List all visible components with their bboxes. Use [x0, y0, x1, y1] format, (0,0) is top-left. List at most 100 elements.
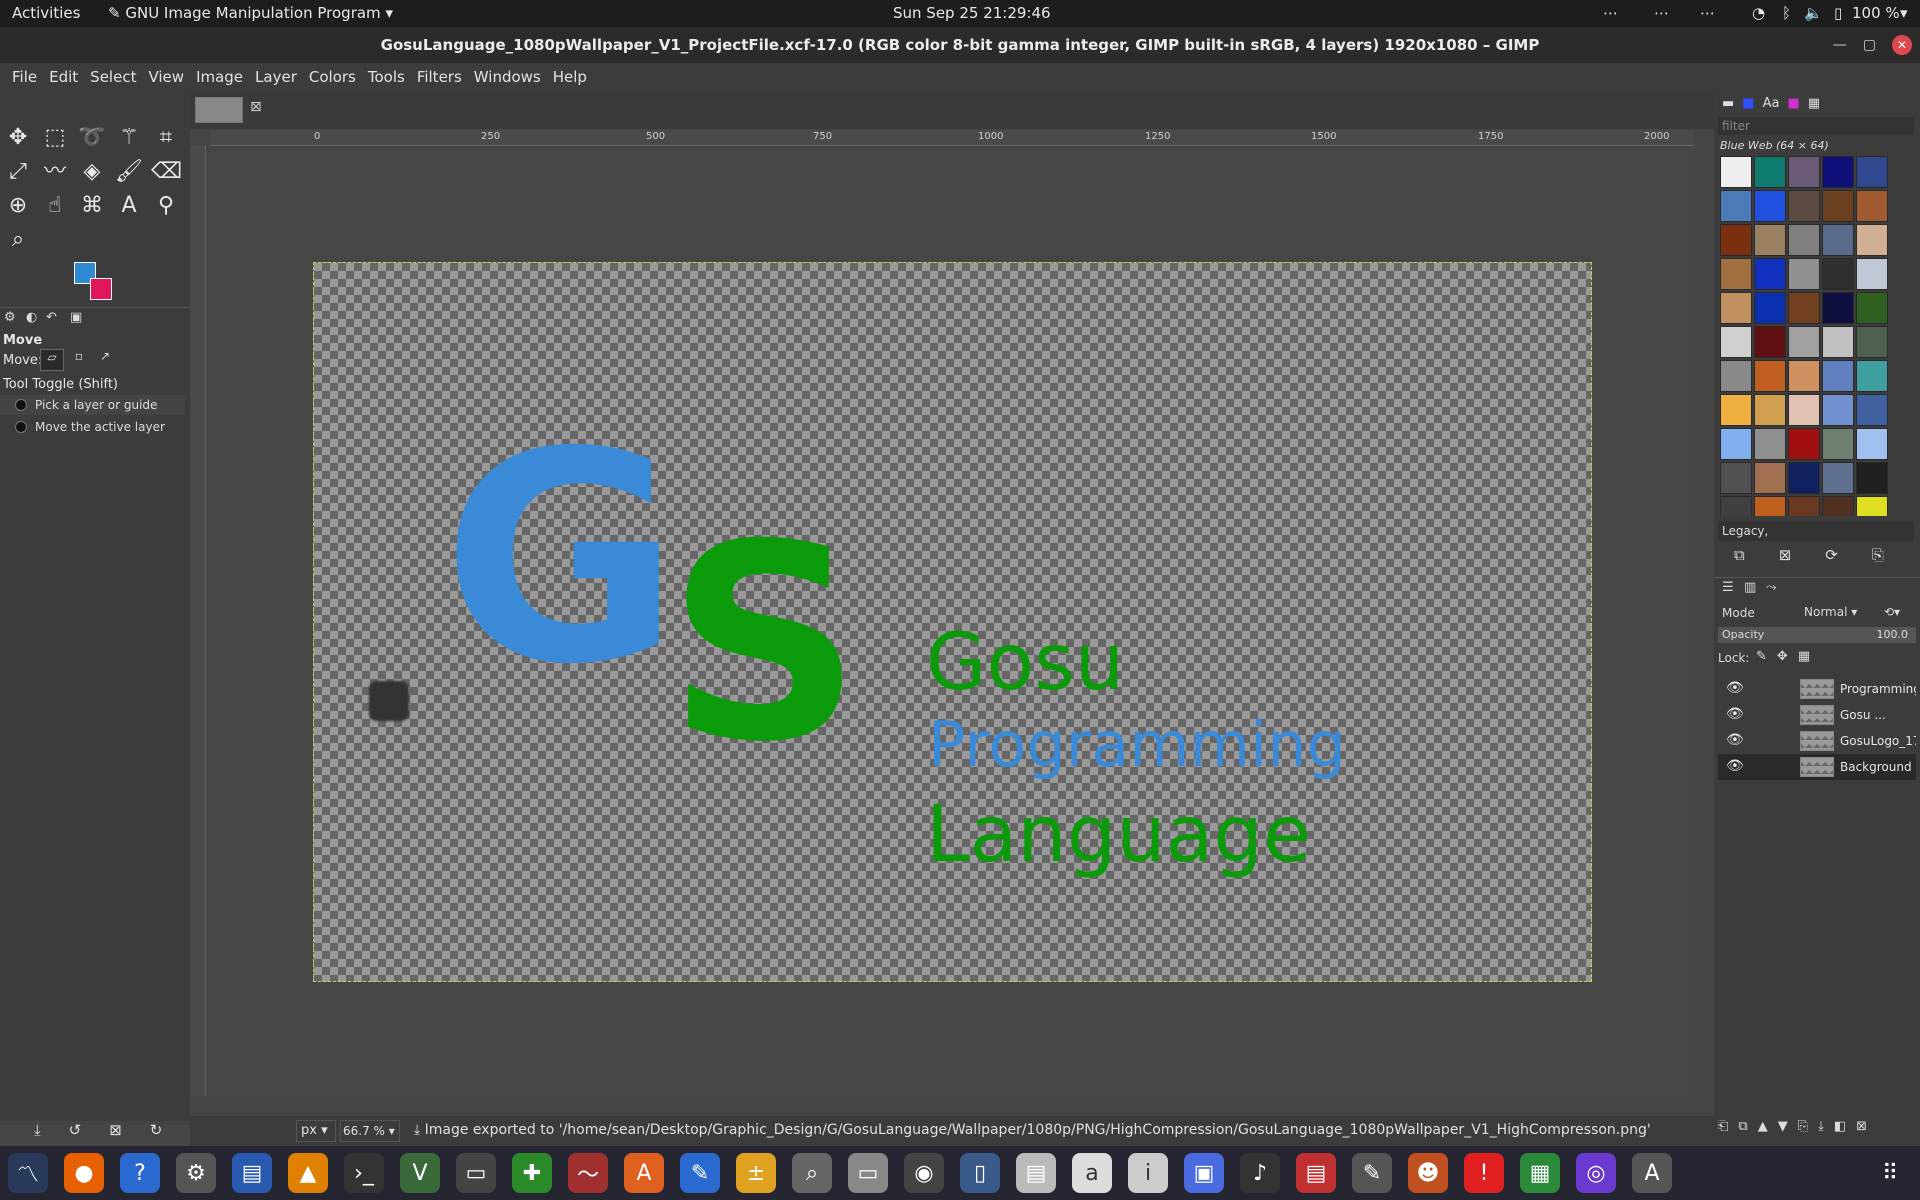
battery-percent[interactable]: 100 % — [1852, 4, 1900, 22]
layer-row[interactable]: 👁 Programming — [1718, 676, 1916, 702]
background-color-swatch[interactable] — [90, 278, 112, 300]
pattern-swatch[interactable] — [1856, 326, 1888, 358]
menu-tools[interactable]: Tools — [362, 68, 411, 86]
image-viewer-icon[interactable]: ⌕ — [792, 1153, 832, 1193]
pattern-swatch[interactable] — [1856, 258, 1888, 290]
overflow-icon-3[interactable]: ⋯ — [1700, 4, 1715, 22]
terminal-icon[interactable]: ›_ — [344, 1153, 384, 1193]
move-selection-mode-icon[interactable]: ▫ — [68, 349, 90, 371]
delete-icon[interactable]: ⊠ — [109, 1121, 122, 1139]
pattern-swatch[interactable] — [1856, 190, 1888, 222]
pattern-swatch[interactable] — [1754, 462, 1786, 494]
lower-layer-icon[interactable]: ▼ — [1778, 1119, 1788, 1134]
reset-icon[interactable]: ↻ — [150, 1121, 163, 1139]
pdf-icon[interactable]: ▤ — [1296, 1153, 1336, 1193]
refresh-icon[interactable]: ⟳ — [1825, 546, 1838, 564]
merge-layer-icon[interactable]: ⤓ — [1818, 1119, 1824, 1134]
pattern-swatch[interactable] — [1754, 394, 1786, 426]
move-path-mode-icon[interactable]: ↗ — [94, 349, 116, 371]
pattern-swatch[interactable] — [1720, 258, 1752, 290]
book-icon[interactable]: ▯ — [960, 1153, 1000, 1193]
monitor-graph-icon[interactable]: 〜 — [568, 1153, 608, 1193]
mode-select[interactable]: Normal ▾ — [1800, 603, 1880, 623]
pattern-swatch[interactable] — [1754, 258, 1786, 290]
rect-select-icon[interactable]: ⬚ — [40, 123, 70, 153]
pattern-swatch[interactable] — [1856, 394, 1888, 426]
music-icon[interactable]: ♪ — [1240, 1153, 1280, 1193]
pattern-swatch[interactable] — [1822, 428, 1854, 460]
pattern-swatch[interactable] — [1720, 190, 1752, 222]
files-icon[interactable]: ▭ — [848, 1153, 888, 1193]
mode-reset-icon[interactable]: ⟲▾ — [1884, 605, 1900, 619]
pattern-swatch[interactable] — [1822, 462, 1854, 494]
pattern-swatch[interactable] — [1822, 496, 1854, 516]
menu-windows[interactable]: Windows — [468, 68, 547, 86]
paths-tab-icon[interactable]: ⤳ — [1766, 580, 1776, 595]
visibility-eye-icon[interactable]: 👁 — [1726, 732, 1746, 748]
channels-tab-icon[interactable]: ▥ — [1744, 580, 1756, 595]
lock-pixels-icon[interactable]: ✎ — [1756, 649, 1767, 664]
fuzzy-select-icon[interactable]: ⚚ — [114, 123, 144, 153]
pattern-swatch[interactable] — [1754, 292, 1786, 324]
pattern-swatch[interactable] — [1822, 326, 1854, 358]
pattern-filter-input[interactable]: filter — [1718, 117, 1914, 135]
pattern-swatch[interactable] — [1856, 360, 1888, 392]
layer-row[interactable]: 👁 Gosu ... — [1718, 702, 1916, 728]
lock-position-icon[interactable]: ✥ — [1777, 649, 1788, 664]
crop-icon[interactable]: ⌗ — [151, 123, 181, 153]
mask-icon[interactable]: ◧ — [1834, 1119, 1846, 1134]
pattern-swatch[interactable] — [1788, 258, 1820, 290]
move-layer-mode-icon[interactable]: ▱ — [40, 349, 64, 371]
pattern-swatch[interactable] — [1720, 156, 1752, 188]
restore-icon[interactable]: ↺ — [69, 1121, 82, 1139]
menu-image[interactable]: Image — [190, 68, 249, 86]
overflow-icon-2[interactable]: ⋯ — [1654, 4, 1669, 22]
settings-icon[interactable]: ⚙ — [176, 1153, 216, 1193]
info-icon[interactable]: i — [1128, 1153, 1168, 1193]
pattern-swatch[interactable] — [1720, 326, 1752, 358]
new-group-icon[interactable]: ⧉ — [1738, 1119, 1747, 1134]
image-tab-thumbnail[interactable] — [195, 97, 243, 123]
font-viewer-icon[interactable]: a — [1072, 1153, 1112, 1193]
pattern-swatch[interactable] — [1856, 156, 1888, 188]
raise-layer-icon[interactable]: ▲ — [1758, 1119, 1768, 1134]
pattern-tag-select[interactable]: Legacy, — [1718, 521, 1914, 541]
menu-file[interactable]: File — [6, 68, 43, 86]
pattern-swatch[interactable] — [1754, 360, 1786, 392]
pattern-swatch[interactable] — [1856, 496, 1888, 516]
device-status-tab-icon[interactable]: ◐ — [26, 310, 37, 325]
volume-icon[interactable]: 🔈 — [1804, 4, 1823, 22]
pattern-swatch[interactable] — [1754, 326, 1786, 358]
pattern-swatch[interactable] — [1822, 258, 1854, 290]
writer-icon[interactable]: ▤ — [232, 1153, 272, 1193]
visibility-eye-icon[interactable]: 👁 — [1726, 758, 1746, 774]
delete-layer-icon[interactable]: ⊠ — [1856, 1119, 1867, 1134]
document-icon[interactable]: ▤ — [1016, 1153, 1056, 1193]
pattern-swatch[interactable] — [1856, 462, 1888, 494]
undo-history-tab-icon[interactable]: ↶ — [46, 310, 57, 325]
pattern-swatch[interactable] — [1788, 156, 1820, 188]
firefox-icon[interactable]: ● — [64, 1153, 104, 1193]
image-canvas[interactable]: G S Gosu Programming Language — [313, 262, 1592, 982]
pattern-swatch[interactable] — [1788, 224, 1820, 256]
pattern-swatch[interactable] — [1720, 360, 1752, 392]
eraser-icon[interactable]: ⌫ — [151, 157, 182, 187]
tool-options-tab-icon[interactable]: ⚙ — [4, 310, 16, 325]
app-menu[interactable]: ✎ GNU Image Manipulation Program ▾ — [108, 4, 393, 22]
display-icon[interactable]: ▭ — [456, 1153, 496, 1193]
clone-icon[interactable]: ⊕ — [3, 191, 33, 221]
visibility-eye-icon[interactable]: 👁 — [1726, 680, 1746, 696]
move-tool-icon[interactable]: ✥ — [3, 123, 33, 153]
pattern-swatch[interactable] — [1856, 428, 1888, 460]
pattern-swatch[interactable] — [1788, 360, 1820, 392]
patterns-tab-icon[interactable]: ■ — [1742, 96, 1754, 111]
help-icon[interactable]: ? — [120, 1153, 160, 1193]
menu-edit[interactable]: Edit — [43, 68, 84, 86]
save-tool-preset-icon[interactable]: ⤓ — [34, 1121, 41, 1139]
pattern-swatch[interactable] — [1754, 428, 1786, 460]
menu-help[interactable]: Help — [547, 68, 593, 86]
warp-icon[interactable]: 〰 — [40, 157, 70, 187]
battery-icon[interactable]: ▯ — [1834, 4, 1842, 22]
pattern-swatch[interactable] — [1788, 292, 1820, 324]
option-pick-layer[interactable]: Pick a layer or guide — [0, 395, 185, 415]
